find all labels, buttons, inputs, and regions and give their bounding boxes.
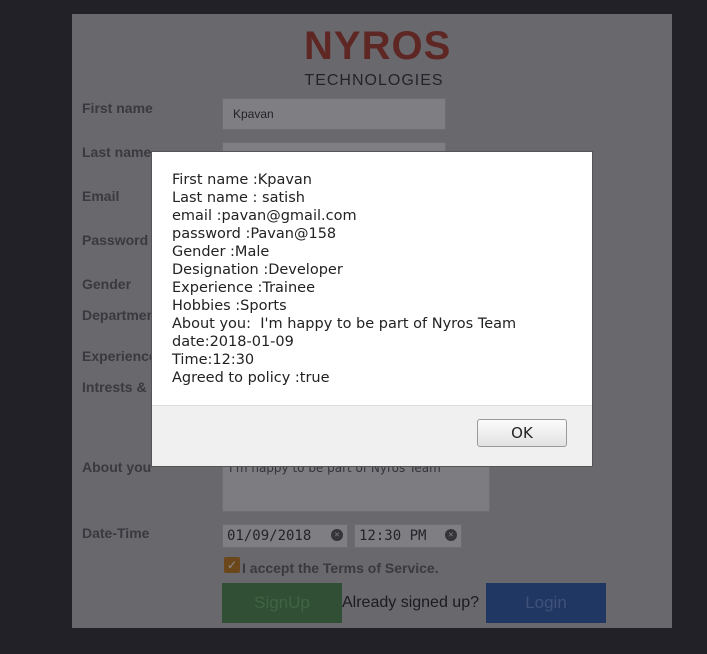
dialog-line: Gender :Male [172,244,270,260]
dialog-line: Hobbies :Sports [172,298,287,314]
alert-dialog: First name :Kpavan Last name : satish em… [151,151,593,467]
dialog-line: email :pavan@gmail.com [172,208,357,224]
dialog-line: Time:12:30 [172,352,255,368]
ok-button[interactable]: OK [477,419,567,447]
dialog-line: Last name : satish [172,190,305,206]
dialog-message: First name :Kpavan Last name : satish em… [152,152,592,407]
dialog-line: date:2018-01-09 [172,334,294,350]
dialog-line: First name :Kpavan [172,172,312,188]
dialog-line: About you: I'm happy to be part of Nyros… [172,316,517,332]
dialog-line: Experience :Trainee [172,280,315,296]
dialog-footer: OK [152,405,592,466]
dialog-line: password :Pavan@158 [172,226,337,242]
dialog-line: Designation :Developer [172,262,343,278]
dialog-line: Agreed to policy :true [172,370,330,386]
